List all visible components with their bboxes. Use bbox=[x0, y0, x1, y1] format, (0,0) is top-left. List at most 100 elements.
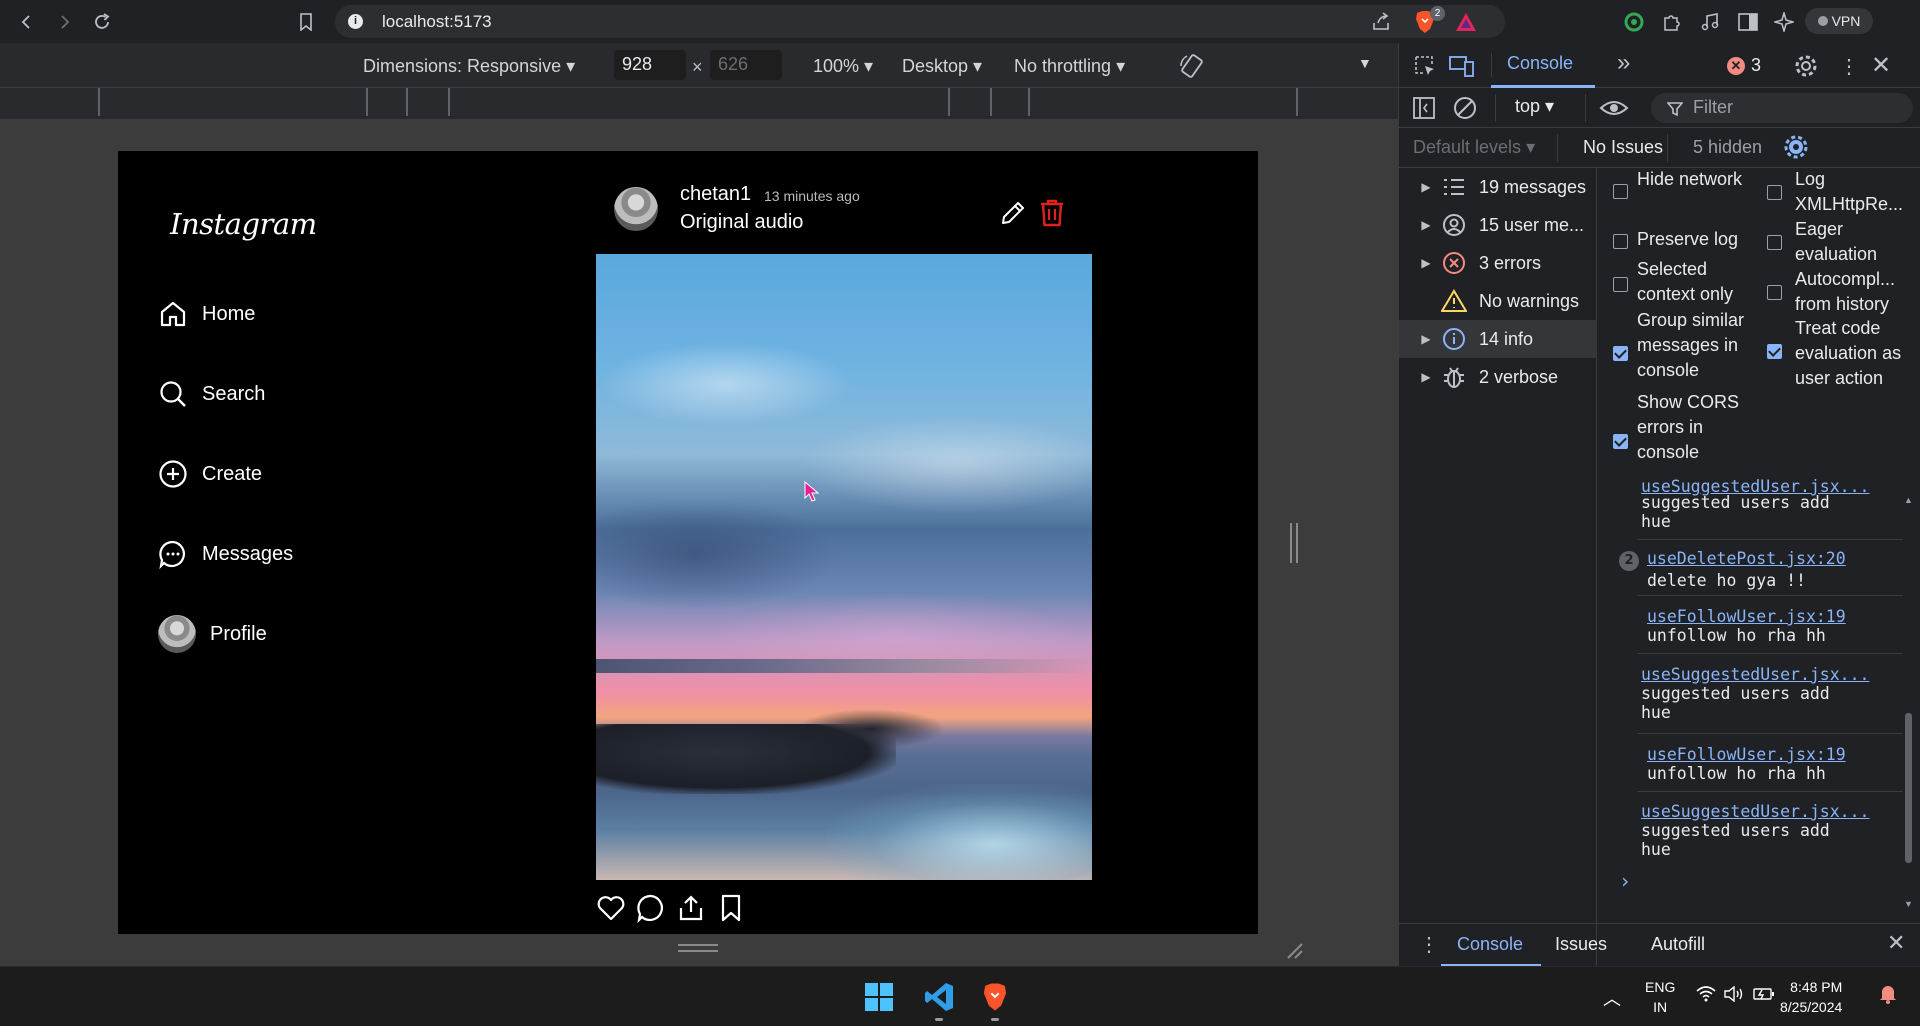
resize-handle-right[interactable] bbox=[1290, 523, 1298, 563]
preserve-log-checkbox[interactable] bbox=[1613, 234, 1628, 249]
language-indicator[interactable]: ENG IN bbox=[1645, 977, 1675, 1017]
sidebar-errors[interactable]: ▶ 3 errors bbox=[1399, 244, 1597, 282]
sidebar-toggle-icon[interactable] bbox=[1413, 97, 1435, 119]
inspect-element-icon[interactable] bbox=[1413, 54, 1437, 78]
device-toggle-icon[interactable] bbox=[1449, 54, 1475, 78]
extension-icon[interactable] bbox=[1622, 10, 1646, 34]
group-similar-checkbox[interactable] bbox=[1613, 346, 1628, 361]
log-xhr-checkbox[interactable] bbox=[1767, 185, 1782, 200]
expand-caret-icon[interactable]: ▶ bbox=[1415, 332, 1437, 346]
expand-caret-icon[interactable]: ▶ bbox=[1415, 180, 1437, 194]
reload-icon[interactable] bbox=[88, 8, 116, 36]
log-source-link[interactable]: useSuggestedUser.jsx... bbox=[1641, 665, 1920, 684]
close-devtools-icon[interactable]: ✕ bbox=[1871, 51, 1891, 80]
eager-evaluation-checkbox[interactable] bbox=[1767, 235, 1782, 250]
windows-start-icon[interactable] bbox=[861, 979, 897, 1015]
show-cors-checkbox[interactable] bbox=[1613, 434, 1628, 449]
nav-search[interactable]: Search bbox=[158, 374, 265, 414]
log-scrollbar[interactable]: ▲ ▼ bbox=[1901, 495, 1915, 915]
log-source-link[interactable]: useFollowUser.jsx:19 bbox=[1647, 745, 1920, 764]
zoom-dropdown[interactable]: 100% ▾ bbox=[813, 56, 873, 77]
leo-ai-icon[interactable] bbox=[1772, 10, 1796, 34]
tab-console[interactable]: Console bbox=[1507, 53, 1573, 74]
dimensions-dropdown[interactable]: Dimensions: Responsive ▾ bbox=[363, 56, 575, 77]
edit-pencil-icon[interactable] bbox=[998, 198, 1028, 228]
resize-corner-icon[interactable] bbox=[1284, 940, 1304, 960]
share-icon[interactable] bbox=[676, 893, 706, 923]
selected-context-checkbox[interactable] bbox=[1613, 277, 1628, 292]
log-scrollbar-thumb[interactable] bbox=[1905, 713, 1912, 863]
device-type-dropdown[interactable]: Desktop ▾ bbox=[902, 56, 982, 77]
back-icon[interactable] bbox=[13, 8, 41, 36]
save-bookmark-icon[interactable] bbox=[716, 893, 746, 923]
battery-icon[interactable] bbox=[1753, 986, 1775, 1002]
width-input[interactable]: 928 bbox=[614, 50, 686, 80]
expand-caret-icon[interactable]: ▶ bbox=[1415, 256, 1437, 270]
sidebar-warnings[interactable]: ▶ No warnings bbox=[1399, 282, 1597, 320]
log-scroll-up-icon[interactable]: ▲ bbox=[1904, 495, 1913, 505]
settings-gear-icon[interactable] bbox=[1793, 53, 1819, 79]
drawer-tab-console[interactable]: Console bbox=[1457, 934, 1523, 955]
resize-handle-bottom[interactable] bbox=[678, 944, 718, 952]
drawer-tab-autofill[interactable]: Autofill bbox=[1651, 934, 1705, 955]
hide-network-checkbox[interactable] bbox=[1613, 184, 1628, 199]
url-text[interactable]: localhost:5173 bbox=[382, 12, 492, 32]
rotate-icon[interactable] bbox=[1178, 52, 1206, 80]
console-settings-gear-icon[interactable] bbox=[1783, 134, 1809, 160]
forward-icon[interactable] bbox=[50, 8, 78, 36]
log-scroll-down-icon[interactable]: ▼ bbox=[1904, 899, 1913, 909]
treat-code-checkbox[interactable] bbox=[1767, 344, 1782, 359]
drawer-tab-issues[interactable]: Issues bbox=[1555, 934, 1607, 955]
log-source-link[interactable]: useDeletePost.jsx:20 bbox=[1647, 549, 1846, 568]
nav-messages[interactable]: Messages bbox=[158, 534, 293, 574]
notification-bell-icon[interactable] bbox=[1878, 983, 1898, 1005]
bookmark-icon[interactable] bbox=[292, 8, 320, 36]
sidebar-icon[interactable] bbox=[1736, 10, 1760, 34]
levels-dropdown[interactable]: Default levels ▾ bbox=[1413, 137, 1535, 158]
brave-browser-icon[interactable] bbox=[977, 979, 1013, 1015]
expand-caret-icon[interactable]: ▶ bbox=[1415, 370, 1437, 384]
media-icon[interactable] bbox=[1698, 10, 1722, 34]
throttling-dropdown[interactable]: No throttling ▾ bbox=[1014, 56, 1125, 77]
autocomplete-checkbox[interactable] bbox=[1767, 285, 1782, 300]
log-source-link[interactable]: useFollowUser.jsx:19 bbox=[1647, 607, 1920, 626]
close-drawer-icon[interactable]: ✕ bbox=[1887, 930, 1905, 956]
clear-console-icon[interactable] bbox=[1453, 96, 1477, 120]
sidebar-messages[interactable]: ▶ 19 messages bbox=[1399, 168, 1597, 206]
share-icon[interactable] bbox=[1370, 11, 1392, 33]
like-heart-icon[interactable] bbox=[596, 893, 626, 923]
context-dropdown[interactable]: top ▾ bbox=[1515, 96, 1554, 117]
sidebar-info[interactable]: ▶ 14 info bbox=[1399, 320, 1597, 358]
vpn-button[interactable]: VPN bbox=[1805, 8, 1873, 34]
nav-profile[interactable]: Profile bbox=[158, 614, 267, 654]
sidebar-verbose[interactable]: ▶ 2 verbose bbox=[1399, 358, 1597, 396]
delete-trash-icon[interactable] bbox=[1039, 198, 1065, 228]
console-prompt[interactable]: › bbox=[1619, 869, 1631, 893]
instagram-logo[interactable]: Instagram bbox=[170, 207, 317, 241]
wifi-icon[interactable] bbox=[1696, 986, 1716, 1002]
filter-input[interactable]: Filter bbox=[1651, 93, 1913, 123]
sidebar-user-messages[interactable]: ▶ 15 user me... bbox=[1399, 206, 1597, 244]
height-input[interactable]: 626 bbox=[710, 50, 782, 80]
post-username[interactable]: chetan1 bbox=[680, 183, 751, 206]
issues-label[interactable]: No Issues bbox=[1583, 137, 1663, 158]
post-avatar[interactable] bbox=[614, 187, 658, 231]
log-source-link[interactable]: useSuggestedUser.jsx... bbox=[1641, 802, 1920, 821]
live-expression-eye-icon[interactable] bbox=[1599, 96, 1629, 120]
system-clock[interactable]: 8:48 PM 8/25/2024 bbox=[1780, 977, 1842, 1017]
more-options-icon[interactable]: ▼ bbox=[1358, 55, 1372, 71]
vscode-icon[interactable] bbox=[921, 979, 957, 1015]
extensions-puzzle-icon[interactable] bbox=[1660, 10, 1684, 34]
post-image[interactable] bbox=[596, 254, 1092, 880]
error-counter[interactable]: ✕ 3 bbox=[1727, 55, 1761, 76]
brave-rewards-icon[interactable] bbox=[1455, 12, 1477, 32]
site-info-icon[interactable]: i bbox=[348, 14, 363, 29]
show-hidden-icons-icon[interactable]: ︿ bbox=[1603, 985, 1621, 1011]
drawer-menu-icon[interactable]: ⋮ bbox=[1419, 932, 1439, 957]
nav-home[interactable]: Home bbox=[158, 294, 255, 334]
kebab-menu-icon[interactable]: ⋮ bbox=[1839, 54, 1859, 79]
more-tabs-icon[interactable]: » bbox=[1617, 49, 1630, 77]
comment-icon[interactable] bbox=[636, 893, 666, 923]
nav-create[interactable]: Create bbox=[158, 454, 262, 494]
expand-caret-icon[interactable]: ▶ bbox=[1415, 218, 1437, 232]
